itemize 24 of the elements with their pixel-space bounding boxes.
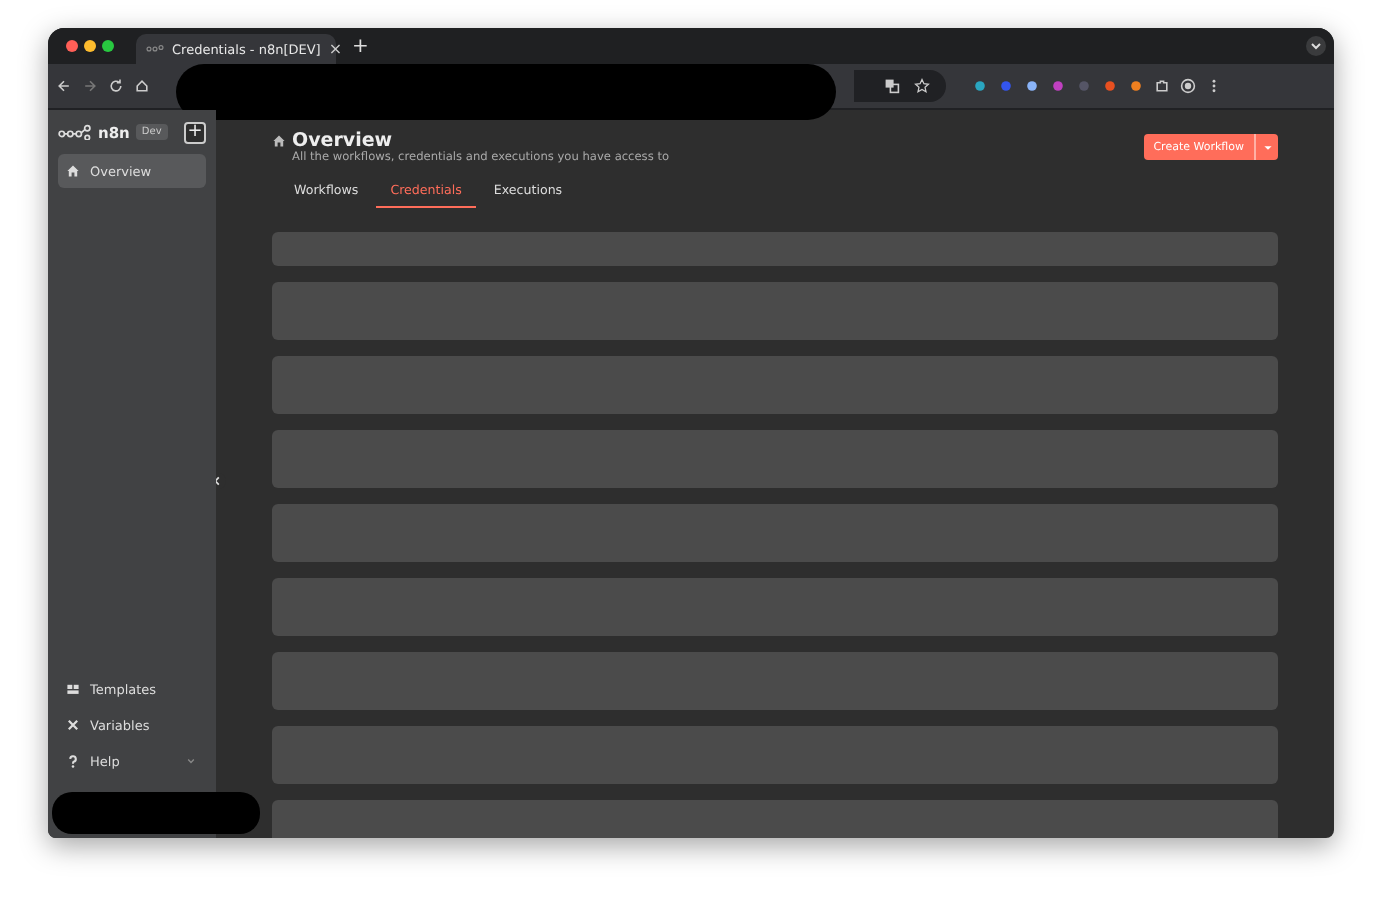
boxes-icon [66, 682, 80, 696]
home-icon [66, 164, 80, 178]
home-icon[interactable] [134, 78, 150, 94]
address-bar[interactable] [854, 70, 946, 102]
reload-icon[interactable] [108, 78, 124, 94]
maximize-window-button[interactable] [102, 40, 114, 52]
puzzle-icon[interactable] [1154, 78, 1170, 94]
star-icon[interactable] [914, 78, 930, 94]
workflow-icon [146, 44, 164, 54]
caret-down-icon [1261, 141, 1273, 153]
close-window-button[interactable] [66, 40, 78, 52]
minimize-window-button[interactable] [84, 40, 96, 52]
translate-icon[interactable] [884, 78, 900, 94]
logo-icon [58, 124, 92, 140]
back-icon[interactable] [56, 78, 72, 94]
question-icon [66, 754, 80, 768]
page-title: Overview [292, 130, 393, 152]
home-icon [272, 134, 286, 148]
new-tab-button[interactable]: + [352, 35, 369, 57]
variable-icon [66, 718, 80, 732]
add-button[interactable]: + [184, 121, 206, 143]
forward-icon[interactable] [82, 78, 98, 94]
avatar-icon[interactable] [1180, 78, 1196, 94]
chevron-down-icon[interactable] [1306, 36, 1326, 56]
